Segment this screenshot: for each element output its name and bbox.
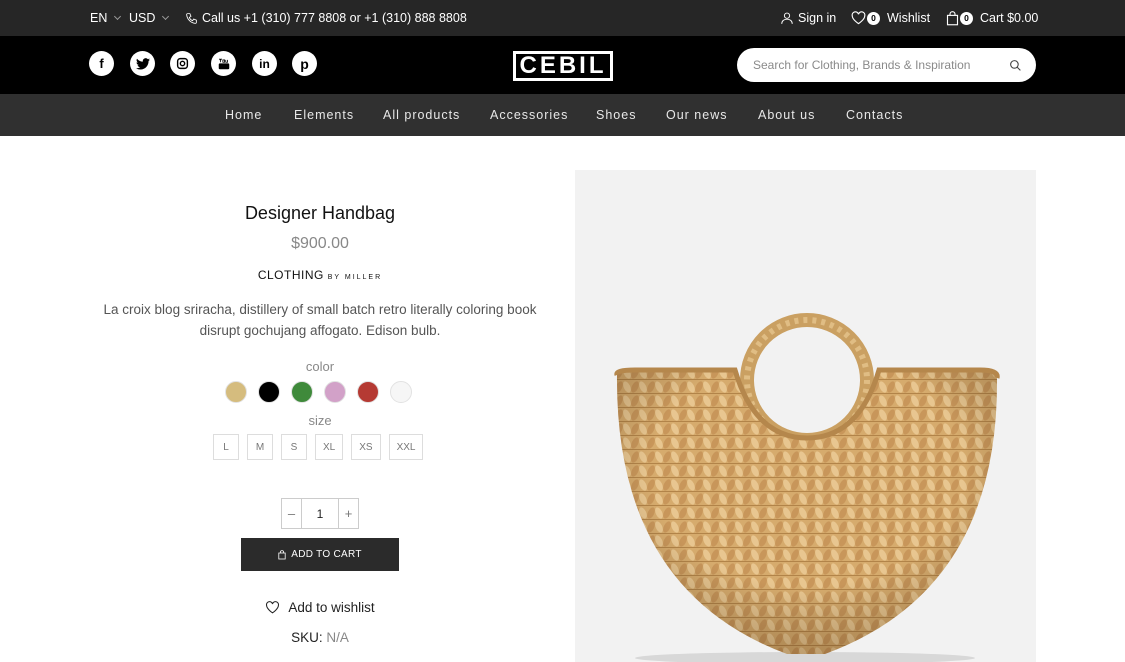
wishlist-link[interactable]: 0 Wishlist: [851, 0, 930, 36]
quantity-stepper: – 1 +: [281, 498, 359, 529]
nav-item-our-news[interactable]: Our news: [666, 94, 728, 136]
cart-link[interactable]: 0 Cart $0.00: [946, 0, 1038, 36]
add-to-cart-label: ADD TO CART: [291, 549, 362, 560]
shopping-bag-icon: [278, 549, 286, 559]
sku-info: SKU: N/A: [90, 630, 550, 645]
sku-value: N/A: [326, 630, 349, 645]
cart-label: Cart $0.00: [980, 11, 1039, 25]
color-swatch[interactable]: [258, 381, 280, 403]
chevron-down-icon: [114, 12, 122, 21]
twitter-icon[interactable]: [130, 51, 155, 76]
top-utility-bar: EN USD Call us +1 (310) 777 8808 or +1 (…: [0, 0, 1125, 36]
size-option[interactable]: XL: [315, 434, 344, 460]
cart-count-badge: 0: [960, 11, 973, 25]
nav-item-about-us[interactable]: About us: [758, 94, 815, 136]
currency-selector[interactable]: USD: [129, 0, 170, 36]
search-icon[interactable]: [1009, 59, 1022, 72]
nav-item-home[interactable]: Home: [225, 94, 262, 136]
nav-item-accessories[interactable]: Accessories: [490, 94, 568, 136]
brand-logo[interactable]: CLOTHING BY MILLER: [90, 268, 550, 282]
main-navigation: Home Elements All products Accessories S…: [0, 94, 1125, 136]
size-option[interactable]: L: [213, 434, 239, 460]
phone-icon: [186, 12, 197, 24]
facebook-icon[interactable]: f: [89, 51, 114, 76]
currency-label: USD: [129, 11, 156, 25]
color-swatch[interactable]: [357, 381, 379, 403]
sign-in-label: Sign in: [798, 11, 837, 25]
quantity-input[interactable]: 1: [301, 499, 339, 528]
sign-in-link[interactable]: Sign in: [780, 0, 836, 36]
color-swatch[interactable]: [390, 381, 412, 403]
size-option[interactable]: XS: [351, 434, 381, 460]
size-option[interactable]: M: [247, 434, 273, 460]
nav-item-shoes[interactable]: Shoes: [596, 94, 636, 136]
brand-main: CLOTHING: [257, 268, 324, 282]
search-input[interactable]: [753, 58, 1009, 72]
shopping-bag-icon: [946, 10, 959, 25]
site-logo[interactable]: CEBIL: [513, 51, 613, 81]
heart-icon: [266, 601, 280, 614]
product-description: La croix blog sriracha, distillery of sm…: [103, 302, 537, 338]
user-icon: [781, 12, 793, 24]
search-bar[interactable]: [737, 48, 1036, 82]
straw-bag-illustration: [614, 313, 1000, 662]
add-to-cart-button[interactable]: ADD TO CART: [241, 538, 399, 571]
color-swatch[interactable]: [291, 381, 313, 403]
instagram-icon[interactable]: [170, 51, 195, 76]
size-option[interactable]: XXL: [388, 434, 424, 460]
color-label: color: [305, 359, 335, 374]
main-header: f in p CEBIL: [0, 36, 1125, 94]
size-option[interactable]: S: [281, 434, 307, 460]
decrease-quantity-button[interactable]: –: [282, 499, 301, 528]
chevron-down-icon: [162, 12, 170, 21]
brand-sub: BY MILLER: [327, 274, 383, 281]
product-image[interactable]: [575, 170, 1036, 662]
phone-contact: Call us +1 (310) 777 8808 or +1 (310) 88…: [185, 0, 467, 36]
nav-item-contacts[interactable]: Contacts: [846, 94, 903, 136]
color-swatches: [225, 381, 412, 403]
language-selector[interactable]: EN: [90, 0, 122, 36]
nav-item-all-products[interactable]: All products: [383, 94, 460, 136]
youtube-icon[interactable]: [211, 51, 236, 76]
color-swatch[interactable]: [225, 381, 247, 403]
product-title: Designer Handbag: [244, 203, 396, 223]
heart-icon: [851, 11, 866, 25]
size-label: size: [308, 413, 332, 428]
product-price: $900.00: [291, 235, 349, 252]
phone-text: Call us +1 (310) 777 8808 or +1 (310) 88…: [202, 11, 467, 25]
wishlist-count-badge: 0: [867, 11, 880, 25]
size-options: L M S XL XS XXL: [213, 434, 424, 460]
nav-item-elements[interactable]: Elements: [294, 94, 354, 136]
wishlist-label: Wishlist: [887, 11, 931, 25]
sku-label: SKU:: [291, 630, 323, 645]
linkedin-icon[interactable]: in: [252, 51, 277, 76]
add-to-wishlist-label: Add to wishlist: [288, 600, 375, 615]
add-to-wishlist-link[interactable]: Add to wishlist: [90, 600, 550, 615]
increase-quantity-button[interactable]: +: [339, 499, 358, 528]
language-label: EN: [90, 11, 108, 25]
color-swatch[interactable]: [324, 381, 346, 403]
pinterest-icon[interactable]: p: [292, 51, 317, 76]
